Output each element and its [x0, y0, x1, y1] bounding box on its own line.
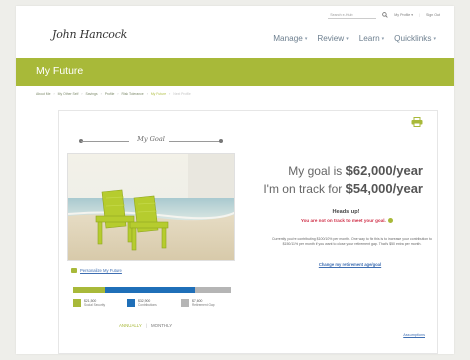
income-legend: $21,500 Social Security $32,900 Contributi… [73, 299, 231, 307]
legend-retirement-gap: $7,600 Retirement Gap [181, 299, 229, 307]
page-banner: My Future [16, 58, 454, 86]
breadcrumb-item[interactable]: Next Profile [173, 92, 191, 96]
my-goal-heading: My Goal [75, 135, 227, 145]
search-input[interactable]: Search e-Hub [328, 11, 377, 19]
decor-dot [219, 139, 223, 143]
page-title: My Future [36, 65, 84, 77]
monthly-toggle[interactable]: MONTHLY [151, 323, 172, 328]
goal-amount-line: My goal is $62,000/year [235, 163, 423, 178]
chevron-down-icon: ▾ [304, 35, 308, 42]
breadcrumb-item[interactable]: My Other Self [58, 92, 79, 96]
nav-learn[interactable]: Learn ▾ [359, 34, 384, 43]
sign-out-link[interactable]: Sign Out [426, 13, 440, 17]
decor-line [169, 141, 221, 142]
goal-prefix: My goal is [288, 164, 343, 178]
income-breakdown-bar [73, 287, 231, 293]
beach-chairs-image [67, 153, 235, 261]
annually-toggle[interactable]: ANNUALLY [119, 323, 142, 328]
chevron-down-icon: ▾ [433, 35, 436, 42]
nav-manage[interactable]: Manage ▾ [273, 34, 307, 43]
my-profile-link[interactable]: My Profile ▾ [394, 13, 413, 17]
track-prefix: I'm on track for [263, 182, 343, 196]
utility-bar: Search e-Hub My Profile ▾ | Sign Out [328, 10, 440, 20]
bar-segment-social-security [73, 287, 105, 293]
legend-swatch [181, 299, 189, 307]
chevron-down-icon: ▾ [381, 35, 385, 42]
legend-social-security: $21,500 Social Security [73, 299, 121, 307]
chevron-right-icon: › [100, 92, 102, 96]
breadcrumb: About Me › My Other Self › Savings › Profil… [36, 92, 191, 96]
nav-review[interactable]: Review ▾ [317, 34, 348, 43]
bar-segment-contributions [104, 287, 195, 293]
breadcrumb-item[interactable]: Savings [86, 92, 98, 96]
change-goal-link[interactable]: Change my retirement age/goal [267, 262, 433, 267]
legend-label: Retirement Gap [192, 303, 215, 307]
advice-paragraph: Currently you're contributing $100/10% p… [271, 237, 432, 247]
bar-segment-retirement-gap [194, 287, 231, 293]
track-value: $54,000/year [345, 181, 423, 196]
warning-message: You are not on track to meet your goal. [265, 218, 429, 224]
breadcrumb-item[interactable]: About Me [36, 92, 51, 96]
chevron-down-icon: ▾ [346, 35, 349, 42]
personalize-label[interactable]: Personalize My Future [80, 268, 122, 273]
warning-text: You are not on track to meet your goal. [300, 218, 386, 223]
on-track-line: I'm on track for $54,000/year [235, 181, 423, 196]
breadcrumb-item[interactable]: Profile [105, 92, 115, 96]
personalize-link[interactable]: Personalize My Future [71, 268, 122, 273]
chevron-right-icon: › [169, 92, 171, 96]
legend-label: Contributions [138, 303, 157, 307]
assumptions-link[interactable]: Assumptions [403, 333, 425, 337]
legend-swatch [127, 299, 135, 307]
legend-label: Social Security [84, 303, 106, 307]
divider: | [419, 13, 421, 17]
divider: | [145, 323, 147, 328]
personalize-icon [71, 268, 77, 273]
breadcrumb-item[interactable]: Risk Tolerance [122, 92, 144, 96]
legend-contributions: $32,900 Contributions [127, 299, 175, 307]
john-hancock-logo[interactable]: John Hancock [52, 28, 127, 41]
chevron-right-icon: › [117, 92, 119, 96]
chevron-right-icon: › [53, 92, 55, 96]
nav-quicklinks[interactable]: Quicklinks ▾ [394, 34, 436, 43]
search-icon[interactable] [382, 12, 388, 18]
goal-value: $62,000/year [345, 163, 423, 178]
goal-card: My Goal Personalize My Future $21,500 So… [58, 110, 438, 354]
legend-swatch [73, 299, 81, 307]
main-nav: Manage ▾ Review ▾ Learn ▾ Quicklinks ▾ [273, 34, 436, 43]
breadcrumb-current: My Future [150, 92, 167, 96]
period-toggle: ANNUALLY | MONTHLY [119, 323, 172, 328]
chevron-right-icon: › [81, 92, 83, 96]
warning-icon [388, 218, 394, 224]
printer-icon[interactable] [411, 117, 423, 127]
chevron-right-icon: › [146, 92, 148, 96]
heads-up-title: Heads up! [332, 209, 360, 215]
